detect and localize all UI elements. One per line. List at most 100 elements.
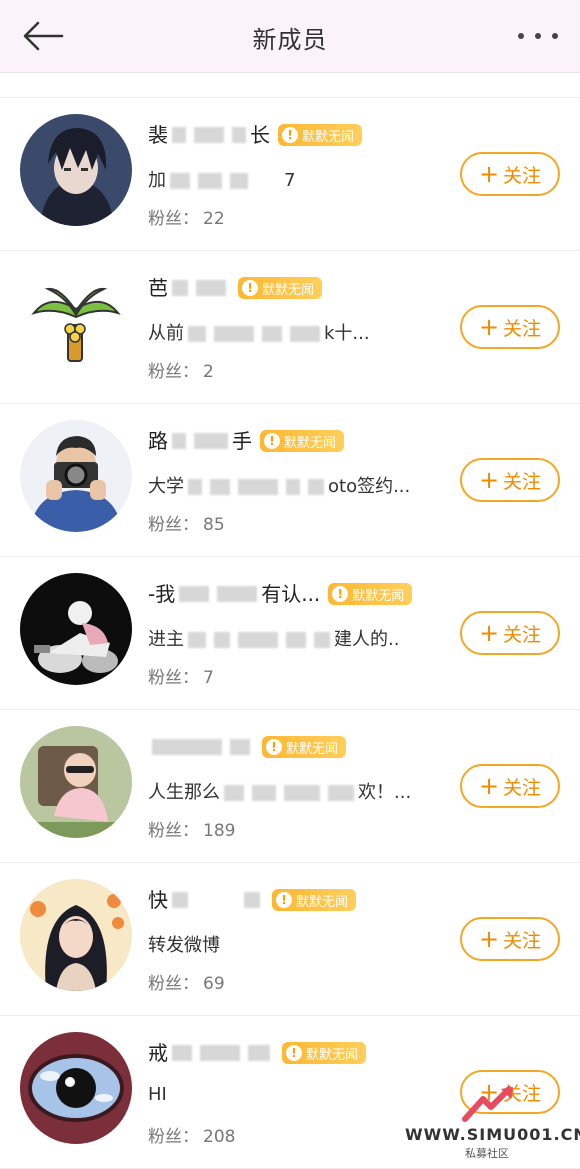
member-name-start: 路	[148, 429, 168, 453]
fans-count: 7	[203, 668, 214, 688]
member-description: 转发微博	[148, 931, 448, 957]
redacted-text	[200, 1045, 240, 1061]
fans-label: 粉丝：	[148, 515, 199, 535]
fans-label: 粉丝：	[148, 821, 199, 841]
desc-start: 进主	[148, 629, 184, 650]
desc-start: HI	[148, 1084, 167, 1105]
level-badge: ! 默默无闻	[272, 889, 357, 911]
level-badge: ! 默默无闻	[278, 124, 363, 146]
alert-icon: !	[332, 586, 349, 602]
fans-count-row: 粉丝： 208	[148, 1122, 235, 1147]
member-row[interactable]: -我 有认... ! 默默无闻 进主 建人的.. 粉丝： 7 + 关注	[0, 557, 580, 710]
desc-start: 转发微博	[148, 935, 220, 956]
member-description: HI	[148, 1084, 448, 1105]
alert-icon: !	[264, 433, 280, 449]
member-name-end: 长	[250, 123, 270, 147]
fans-count: 85	[203, 515, 225, 535]
header-bar: 新成员	[0, 0, 580, 73]
redacted-text	[152, 739, 222, 755]
member-row[interactable]: ! 默默无闻 人生那么 欢！... 粉丝： 189 + 关注	[0, 710, 580, 863]
more-options-icon[interactable]	[518, 22, 558, 50]
follow-button[interactable]: + 关注	[460, 764, 560, 808]
site-watermark: WWW.SIMU001.CN 私募社区	[405, 1085, 580, 1163]
redacted-text	[248, 1045, 270, 1061]
redacted-text	[196, 892, 236, 908]
fans-count: 22	[203, 209, 225, 229]
follow-label: 关注	[503, 470, 542, 493]
avatar[interactable]	[20, 1032, 132, 1144]
follow-button[interactable]: + 关注	[460, 305, 560, 349]
follow-button[interactable]: + 关注	[460, 917, 560, 961]
fans-label: 粉丝：	[148, 209, 199, 229]
member-row[interactable]: 裴 长 ! 默默无闻 加7 粉丝： 22 + 关注	[0, 98, 580, 251]
name-row: 路 手 ! 默默无闻	[148, 428, 345, 454]
member-name-start: 芭	[148, 276, 168, 300]
plus-icon: +	[478, 772, 500, 800]
desc-start: 人生那么	[148, 782, 220, 803]
follow-button[interactable]: + 关注	[460, 611, 560, 655]
avatar[interactable]	[20, 420, 132, 532]
member-name-end: 手	[232, 429, 252, 453]
badge-label: 默默无闻	[296, 894, 349, 910]
fans-count-row: 粉丝： 69	[148, 969, 225, 994]
desc-start: 从前	[148, 323, 184, 344]
badge-label: 默默无闻	[306, 1047, 359, 1063]
member-list: 裴 长 ! 默默无闻 加7 粉丝： 22 + 关注 芭 ! 默默无闻 从前 k十…	[0, 98, 580, 1169]
avatar[interactable]	[20, 573, 132, 685]
motorcycle-avatar-image	[20, 573, 132, 685]
alert-icon: !	[266, 739, 282, 755]
follow-label: 关注	[503, 317, 542, 340]
redacted-text	[172, 892, 188, 908]
watermark-logo-icon	[462, 1086, 513, 1122]
fans-count-row: 粉丝： 7	[148, 663, 214, 688]
fans-label: 粉丝：	[148, 1127, 199, 1147]
follow-label: 关注	[503, 776, 542, 799]
fans-count: 189	[203, 821, 236, 841]
alert-icon: !	[282, 127, 298, 143]
level-badge: ! 默默无闻	[282, 1042, 367, 1064]
plus-icon: +	[478, 619, 500, 647]
desc-start: 加	[148, 170, 166, 191]
palm-tree-avatar-image	[20, 267, 132, 379]
watermark-subtext: 私募社区	[465, 1147, 509, 1160]
name-row: 快 ! 默默无闻	[148, 887, 357, 913]
level-badge: ! 默默无闻	[260, 430, 345, 452]
avatar[interactable]	[20, 726, 132, 838]
avatar[interactable]	[20, 114, 132, 226]
fans-label: 粉丝：	[148, 668, 199, 688]
follow-label: 关注	[503, 929, 542, 952]
member-name-start: 戒	[148, 1041, 168, 1065]
follow-button[interactable]: + 关注	[460, 152, 560, 196]
redacted-text	[179, 586, 210, 602]
name-row: ! 默默无闻	[148, 734, 347, 760]
fans-count: 2	[203, 362, 214, 382]
desc-end: k十...	[324, 323, 370, 344]
redacted-text	[172, 433, 186, 449]
badge-label: 默默无闻	[352, 588, 405, 604]
fans-count: 208	[203, 1127, 236, 1147]
redacted-text	[172, 280, 188, 296]
plus-icon: +	[478, 160, 500, 188]
avatar[interactable]	[20, 879, 132, 991]
member-row[interactable]: 路 手 ! 默默无闻 大学 oto签约... 粉丝： 85 + 关注	[0, 404, 580, 557]
follow-label: 关注	[503, 623, 542, 646]
member-description: 从前 k十...	[148, 319, 448, 345]
eye-art-avatar-image	[20, 1032, 132, 1144]
badge-label: 默默无闻	[302, 129, 355, 145]
avatar[interactable]	[20, 267, 132, 379]
photographer-avatar-image	[20, 420, 132, 532]
plus-icon: +	[478, 313, 500, 341]
fans-count-row: 粉丝： 85	[148, 510, 225, 535]
redacted-text	[232, 127, 246, 143]
member-row[interactable]: 芭 ! 默默无闻 从前 k十... 粉丝： 2 + 关注	[0, 251, 580, 404]
name-row: 戒 ! 默默无闻	[148, 1040, 367, 1066]
fans-count-row: 粉丝： 22	[148, 204, 225, 229]
member-row[interactable]: 快 ! 默默无闻 转发微博 粉丝： 69 + 关注	[0, 863, 580, 1016]
badge-label: 默默无闻	[286, 741, 339, 757]
page-title: 新成员	[252, 26, 328, 54]
redacted-text	[172, 127, 186, 143]
level-badge: ! 默默无闻	[262, 736, 347, 758]
desc-end: oto签约...	[328, 476, 411, 497]
plus-icon: +	[478, 925, 500, 953]
follow-button[interactable]: + 关注	[460, 458, 560, 502]
